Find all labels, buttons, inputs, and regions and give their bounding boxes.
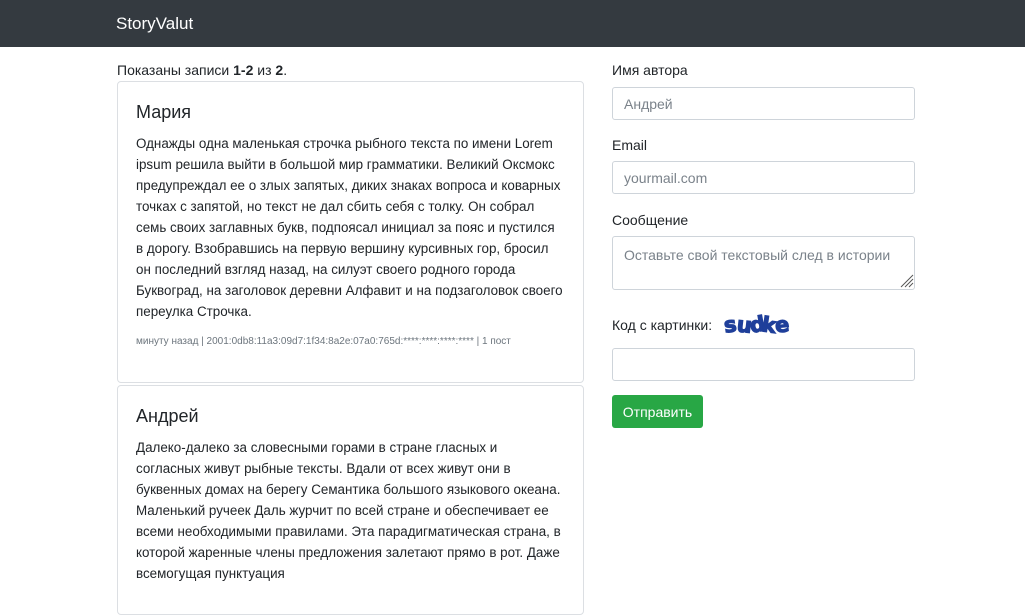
post-author: Мария bbox=[136, 102, 192, 122]
email-label: Email bbox=[612, 137, 648, 153]
captcha-label: Код с картинки: bbox=[612, 317, 713, 333]
captcha-image: sudke bbox=[722, 311, 791, 339]
message-textarea[interactable] bbox=[612, 236, 915, 290]
summary-suffix: . bbox=[283, 62, 288, 78]
post-card: Андрей Далеко-далеко за словесными горам… bbox=[117, 385, 584, 615]
email-input[interactable] bbox=[612, 161, 915, 194]
post-meta: минуту назад | 2001:0db8:11a3:09d7:1f34:… bbox=[136, 336, 511, 347]
post-text: Однажды одна маленькая строчка рыбного т… bbox=[136, 136, 563, 319]
navbar: StoryValut bbox=[0, 0, 1025, 47]
post-author: Андрей bbox=[136, 406, 199, 426]
brand-link[interactable]: StoryValut bbox=[116, 14, 193, 34]
author-input[interactable] bbox=[612, 87, 915, 120]
author-label: Имя автора bbox=[612, 62, 688, 78]
summary-middle: из bbox=[253, 62, 276, 78]
records-summary: Показаны записи 1-2 из 2. bbox=[117, 62, 287, 78]
summary-prefix: Показаны записи bbox=[117, 62, 234, 78]
post-text: Далеко-далеко за словесными горами в стр… bbox=[136, 440, 561, 581]
captcha-input[interactable] bbox=[612, 348, 915, 381]
summary-range: 1-2 bbox=[233, 62, 254, 78]
message-label: Сообщение bbox=[612, 212, 689, 228]
captcha-glyph: e bbox=[774, 312, 791, 337]
submit-button[interactable]: Отправить bbox=[612, 395, 703, 428]
post-card: Мария Однажды одна маленькая строчка рыб… bbox=[117, 81, 584, 383]
